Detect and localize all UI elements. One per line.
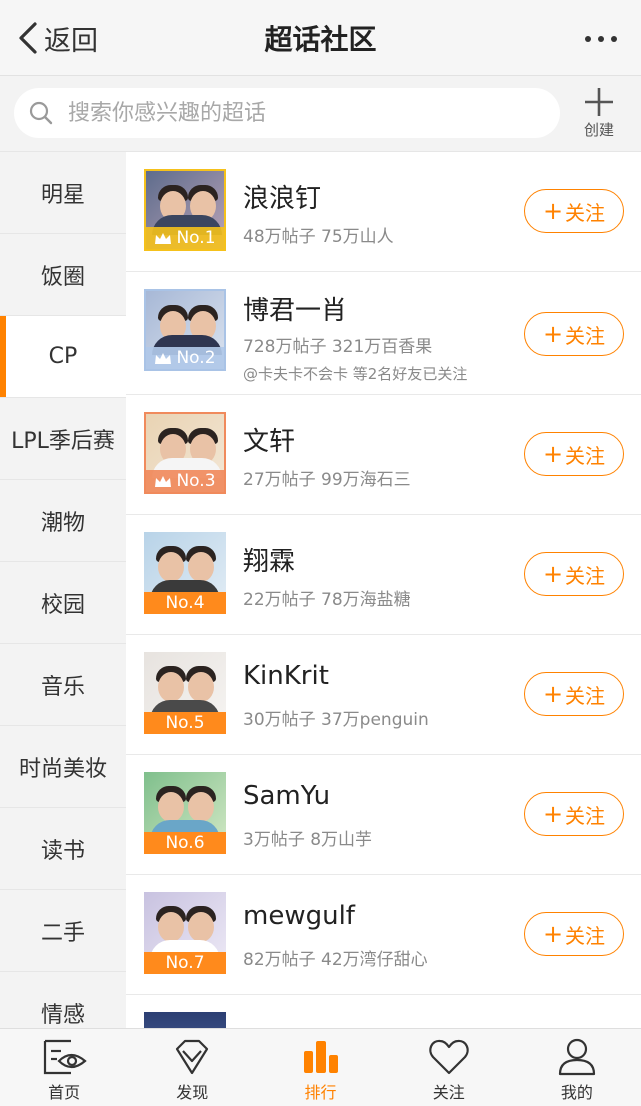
topic-avatar: No.4 bbox=[144, 532, 226, 614]
search-input[interactable] bbox=[68, 100, 528, 126]
plus-icon bbox=[585, 88, 613, 116]
list-item[interactable]: No.2 博君一肖 728万帖子 321万百香果 @卡夫卡不会卡 等2名好友已关… bbox=[126, 272, 641, 395]
rank-badge: No.2 bbox=[146, 347, 224, 369]
list-item[interactable]: No.3 文轩 27万帖子 99万海石三 + 关注 bbox=[126, 395, 641, 515]
list-item[interactable]: No.5 KinKrit 30万帖子 37万penguin + 关注 bbox=[126, 635, 641, 755]
follow-button[interactable]: + 关注 bbox=[524, 912, 624, 956]
topic-name: KinKrit bbox=[243, 661, 329, 691]
plus-icon: + bbox=[542, 560, 564, 588]
topic-avatar: No.3 bbox=[144, 412, 226, 494]
profile-icon bbox=[558, 1038, 596, 1076]
rank-badge: No.1 bbox=[146, 227, 224, 249]
sidebar-item-trends[interactable]: 潮物 bbox=[0, 480, 126, 562]
topic-name: 浪浪钉 bbox=[243, 184, 322, 214]
sidebar-item-stars[interactable]: 明星 bbox=[0, 152, 126, 234]
plus-icon: + bbox=[542, 920, 564, 948]
tab-discover[interactable]: 发现 bbox=[128, 1029, 256, 1106]
create-label: 创建 bbox=[583, 121, 614, 139]
crown-icon bbox=[155, 232, 172, 244]
rank-badge: No.5 bbox=[144, 712, 226, 734]
list-item[interactable]: No.6 SamYu 3万帖子 8万山芋 + 关注 bbox=[126, 755, 641, 875]
list-item[interactable]: No.7 mewgulf 82万帖子 42万湾仔甜心 + 关注 bbox=[126, 875, 641, 995]
topic-name: 文轩 bbox=[243, 427, 296, 457]
follow-button[interactable]: + 关注 bbox=[524, 432, 624, 476]
tab-following[interactable]: 关注 bbox=[385, 1029, 513, 1106]
tab-ranking[interactable]: 排行 bbox=[256, 1029, 384, 1106]
topic-avatar bbox=[144, 1012, 226, 1028]
super-topic-list: No.1 浪浪钉 48万帖子 75万山人 + 关注 No.2 博君一肖 728万帖… bbox=[126, 152, 641, 1028]
topic-name: 博君一肖 bbox=[243, 296, 348, 326]
ranking-bars-icon bbox=[303, 1041, 338, 1073]
list-item[interactable]: No.4 翔霖 22万帖子 78万海盐糖 + 关注 bbox=[126, 515, 641, 635]
plus-icon: + bbox=[542, 197, 564, 225]
search-box[interactable] bbox=[14, 88, 560, 138]
top-nav-bar: 返回 超话社区 bbox=[0, 0, 641, 76]
more-options-icon[interactable] bbox=[585, 36, 617, 42]
sidebar-item-lpl[interactable]: LPL季后赛 bbox=[0, 398, 126, 480]
tab-label: 关注 bbox=[432, 1083, 465, 1102]
sidebar-item-cp[interactable]: CP bbox=[0, 316, 126, 398]
topic-avatar: No.7 bbox=[144, 892, 226, 974]
topic-avatar: No.1 bbox=[144, 169, 226, 251]
plus-icon: + bbox=[542, 680, 564, 708]
search-bar: 创建 bbox=[0, 76, 641, 152]
sidebar-item-reading[interactable]: 读书 bbox=[0, 808, 126, 890]
category-sidebar: 明星 饭圈 CP LPL季后赛 潮物 校园 音乐 时尚美妆 读书 二手 情感 bbox=[0, 152, 126, 1028]
plus-icon: + bbox=[542, 320, 564, 348]
sidebar-item-music[interactable]: 音乐 bbox=[0, 644, 126, 726]
follow-button[interactable]: + 关注 bbox=[524, 312, 624, 356]
tab-label: 发现 bbox=[176, 1083, 209, 1102]
topic-avatar: No.5 bbox=[144, 652, 226, 734]
friends-followed-note[interactable]: @卡夫卡不会卡 等2名好友已关注 bbox=[243, 363, 467, 384]
topic-stats: 82万帖子 42万湾仔甜心 bbox=[243, 950, 428, 970]
rank-badge: No.6 bbox=[144, 832, 226, 854]
topic-name: mewgulf bbox=[243, 901, 355, 931]
topic-avatar: No.6 bbox=[144, 772, 226, 854]
sidebar-item-emotion[interactable]: 情感 bbox=[0, 972, 126, 1028]
heart-icon bbox=[429, 1039, 469, 1075]
discover-diamond-icon bbox=[176, 1039, 209, 1075]
crown-icon bbox=[155, 475, 172, 487]
topic-stats: 48万帖子 75万山人 bbox=[243, 227, 394, 247]
topic-stats: 728万帖子 321万百香果 bbox=[243, 337, 433, 357]
tab-label: 首页 bbox=[48, 1083, 81, 1102]
sidebar-item-campus[interactable]: 校园 bbox=[0, 562, 126, 644]
topic-stats: 3万帖子 8万山芋 bbox=[243, 830, 373, 850]
create-button[interactable]: 创建 bbox=[574, 86, 624, 146]
rank-badge: No.7 bbox=[144, 952, 226, 974]
topic-stats: 22万帖子 78万海盐糖 bbox=[243, 590, 411, 610]
crown-icon bbox=[155, 352, 172, 364]
sidebar-item-fandom[interactable]: 饭圈 bbox=[0, 234, 126, 316]
home-eye-icon bbox=[43, 1039, 87, 1075]
list-item[interactable] bbox=[126, 995, 641, 1028]
follow-button[interactable]: + 关注 bbox=[524, 189, 624, 233]
follow-button[interactable]: + 关注 bbox=[524, 792, 624, 836]
topic-name: SamYu bbox=[243, 781, 331, 811]
tab-profile[interactable]: 我的 bbox=[513, 1029, 641, 1106]
tab-label: 排行 bbox=[304, 1083, 337, 1102]
search-icon bbox=[29, 101, 53, 125]
page-title: 超话社区 bbox=[264, 23, 377, 56]
tab-home[interactable]: 首页 bbox=[0, 1029, 128, 1106]
topic-stats: 27万帖子 99万海石三 bbox=[243, 470, 411, 490]
follow-button[interactable]: + 关注 bbox=[524, 672, 624, 716]
bottom-tab-bar: 首页 发现 排行 关注 我的 bbox=[0, 1028, 641, 1106]
rank-badge: No.3 bbox=[146, 470, 224, 492]
topic-avatar: No.2 bbox=[144, 289, 226, 371]
plus-icon: + bbox=[542, 440, 564, 468]
sidebar-item-fashion[interactable]: 时尚美妆 bbox=[0, 726, 126, 808]
rank-badge: No.4 bbox=[144, 592, 226, 614]
tab-label: 我的 bbox=[560, 1083, 593, 1102]
plus-icon: + bbox=[542, 800, 564, 828]
topic-name: 翔霖 bbox=[243, 547, 296, 577]
follow-button[interactable]: + 关注 bbox=[524, 552, 624, 596]
sidebar-item-secondhand[interactable]: 二手 bbox=[0, 890, 126, 972]
topic-stats: 30万帖子 37万penguin bbox=[243, 710, 429, 730]
list-item[interactable]: No.1 浪浪钉 48万帖子 75万山人 + 关注 bbox=[126, 152, 641, 272]
